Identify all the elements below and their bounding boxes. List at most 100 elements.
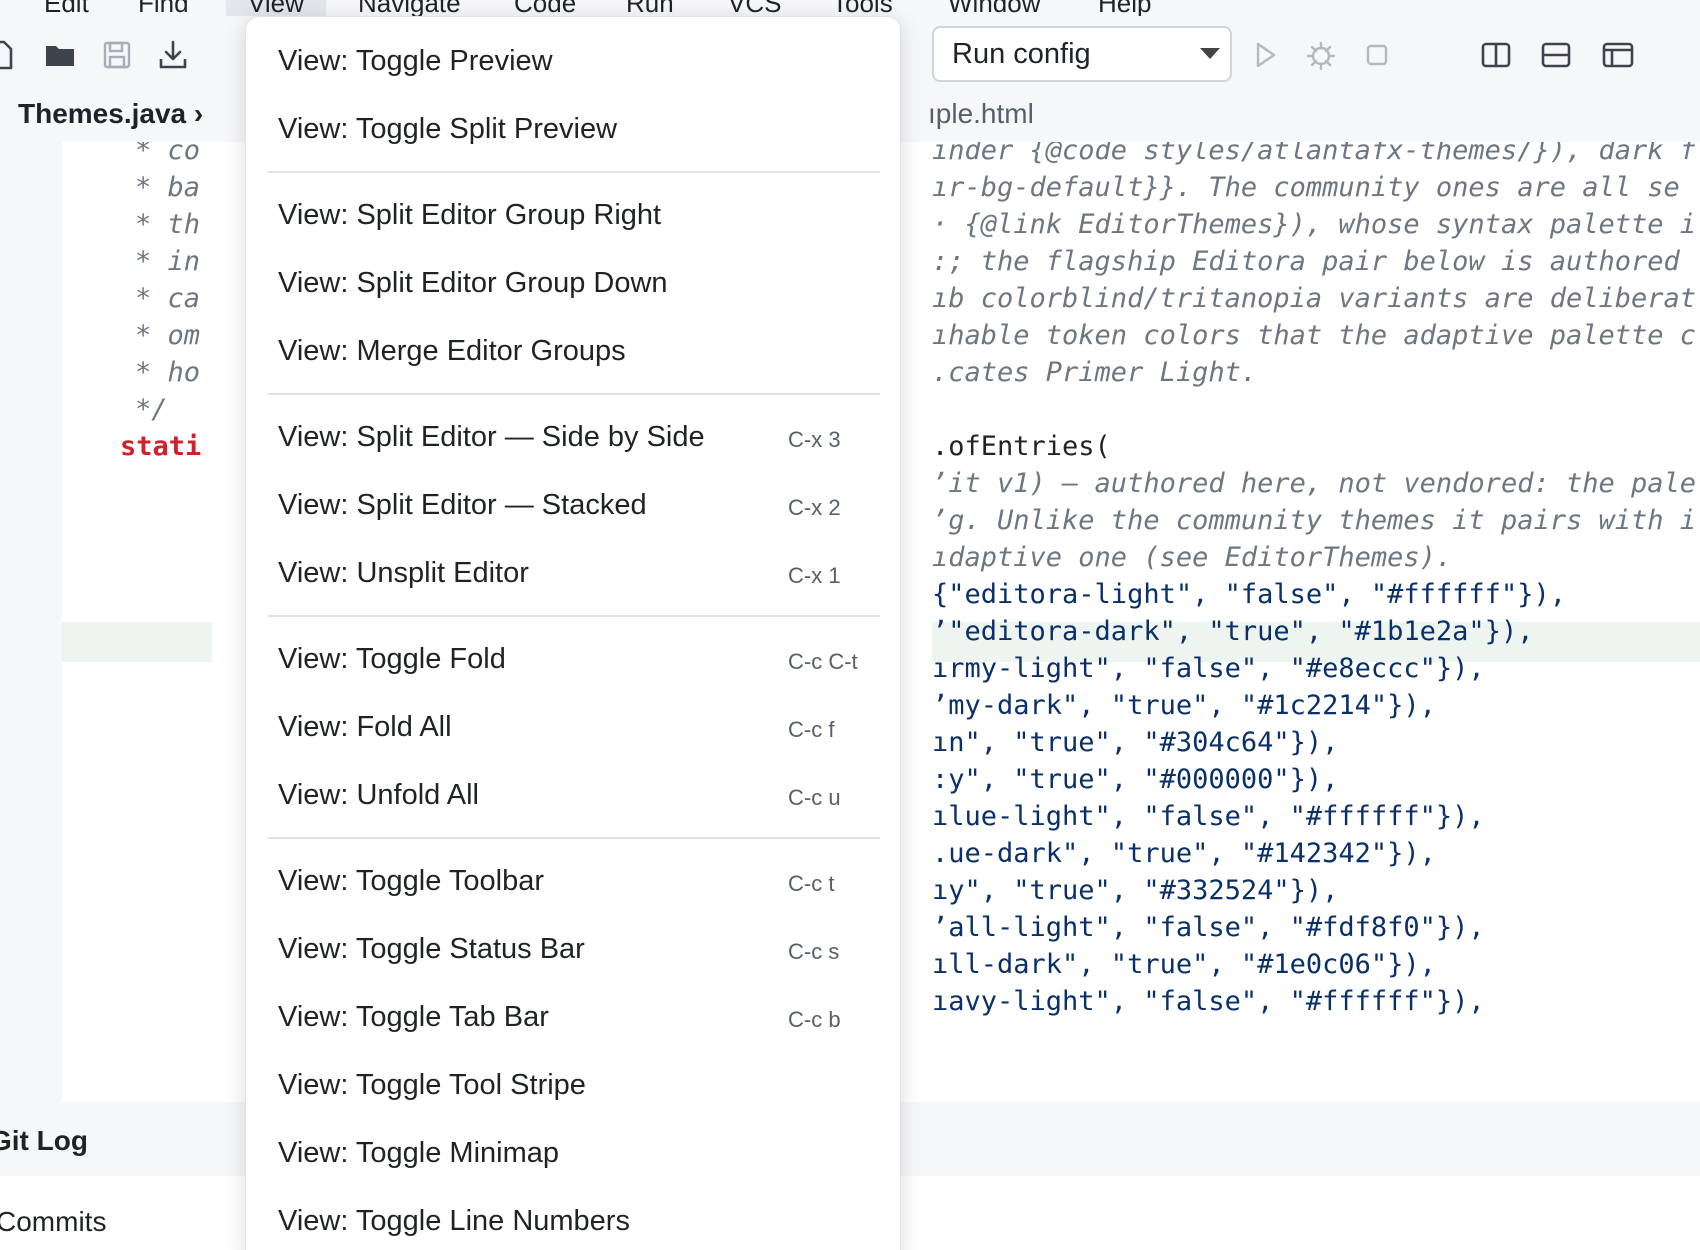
menu-item-toggle-fold[interactable]: View: Toggle Fold C-c C-t	[246, 625, 900, 693]
split-horizontal-icon[interactable]	[1539, 38, 1573, 72]
code-line: * co	[135, 142, 201, 166]
code-line: * ca	[135, 283, 201, 314]
run-icon[interactable]	[1248, 38, 1282, 72]
code-line: .cates Primer Light.	[932, 357, 1258, 388]
code-line: ılue-light", "false", "#ffffff"}),	[932, 801, 1485, 832]
code-line: ıb colorblind/tritanopia variants are de…	[932, 283, 1697, 314]
menu-item-toggle-toolbar[interactable]: View: Toggle Toolbar C-c t	[246, 847, 900, 915]
menu-edit[interactable]: Edit	[44, 0, 89, 16]
code-line: ın", "true", "#304c64"}),	[932, 727, 1339, 758]
menu-window[interactable]: Window	[948, 0, 1040, 16]
code-line: * in	[135, 246, 201, 277]
open-folder-icon[interactable]	[43, 38, 77, 72]
menu-item-label: View: Split Editor Group Right	[278, 199, 662, 231]
git-log-title[interactable]: Git Log	[0, 1125, 88, 1157]
commits-label[interactable]: Commits	[0, 1206, 106, 1238]
menu-item-toggle-line-numbers[interactable]: View: Toggle Line Numbers	[246, 1187, 900, 1250]
menu-run[interactable]: Run	[626, 0, 674, 16]
menu-item-split-stacked[interactable]: View: Split Editor — Stacked C-x 2	[246, 471, 900, 539]
menu-item-shortcut: C-c t	[788, 871, 835, 896]
menu-item-split-side-by-side[interactable]: View: Split Editor — Side by Side C-x 3	[246, 403, 900, 471]
menu-code[interactable]: Code	[514, 0, 576, 16]
menu-item-shortcut: C-c b	[788, 1007, 841, 1032]
new-file-icon[interactable]	[0, 38, 18, 72]
menu-item-label: View: Fold All	[278, 711, 452, 743]
menu-item-toggle-minimap[interactable]: View: Toggle Minimap	[246, 1119, 900, 1187]
menu-tools[interactable]: Tools	[832, 0, 893, 16]
code-line: * ba	[135, 172, 201, 203]
menu-item-shortcut: C-x 1	[788, 563, 841, 588]
code-line: * ho	[135, 357, 201, 388]
menu-vcs[interactable]: VCS	[728, 0, 781, 16]
menu-view[interactable]: View	[226, 0, 326, 16]
code-line: ıll-dark", "true", "#1e0c06"}),	[932, 949, 1436, 980]
panel-layout-icon[interactable]	[1601, 38, 1635, 72]
menu-item-shortcut: C-x 3	[788, 427, 841, 452]
menu-item-label: View: Toggle Tool Stripe	[278, 1069, 586, 1101]
menu-item-label: View: Toggle Status Bar	[278, 933, 585, 965]
menu-item-fold-all[interactable]: View: Fold All C-c f	[246, 693, 900, 761]
menu-item-label: View: Toggle Fold	[278, 643, 506, 675]
code-line: stati	[120, 431, 202, 462]
code-line: ıdaptive one (see EditorThemes).	[932, 542, 1453, 573]
code-line: ır-bg-default}}. The community ones are …	[932, 172, 1680, 203]
run-config-value: Run config	[952, 37, 1091, 70]
code-line: */	[135, 394, 168, 425]
menu-item-label: View: Split Editor — Stacked	[278, 489, 647, 521]
menu-item-toggle-status-bar[interactable]: View: Toggle Status Bar C-c s	[246, 915, 900, 983]
menu-item-toggle-preview[interactable]: View: Toggle Preview	[246, 27, 900, 95]
code-line: ʼg. Unlike the community themes it pairs…	[932, 505, 1697, 536]
line-gutter	[0, 142, 62, 1102]
menu-item-label: View: Toggle Toolbar	[278, 865, 545, 897]
code-line: ıavy-light", "false", "#ffffff"}),	[932, 986, 1485, 1017]
code-line: ʼall-light", "false", "#fdf8f0"}),	[932, 912, 1485, 943]
menu-item-label: View: Toggle Split Preview	[278, 113, 618, 145]
menu-item-split-group-down[interactable]: View: Split Editor Group Down	[246, 249, 900, 317]
menu-item-unsplit[interactable]: View: Unsplit Editor C-x 1	[246, 539, 900, 607]
download-icon[interactable]	[156, 38, 190, 72]
menu-item-label: View: Toggle Tab Bar	[278, 1001, 549, 1033]
menu-divider	[268, 171, 880, 173]
menu-help[interactable]: Help	[1098, 0, 1151, 16]
menu-item-merge-groups[interactable]: View: Merge Editor Groups	[246, 317, 900, 385]
menu-item-split-group-right[interactable]: View: Split Editor Group Right	[246, 181, 900, 249]
menu-item-shortcut: C-c C-t	[788, 649, 858, 674]
menu-item-toggle-tab-bar[interactable]: View: Toggle Tab Bar C-c b	[246, 983, 900, 1051]
menu-item-label: View: Toggle Preview	[278, 45, 553, 77]
tab-themes-java[interactable]: Themes.java ›	[18, 98, 203, 130]
menu-item-shortcut: C-x 2	[788, 495, 841, 520]
menu-item-label: View: Unsplit Editor	[278, 557, 529, 589]
run-config-select[interactable]: Run config	[932, 26, 1232, 82]
stop-icon[interactable]	[1360, 38, 1394, 72]
menu-item-shortcut: C-c u	[788, 785, 841, 810]
menu-item-label: View: Unfold All	[278, 779, 479, 811]
code-line: {"editora-light", "false", "#ffffff"}),	[932, 579, 1566, 610]
tab-sample-html[interactable]: ıple.html	[928, 98, 1034, 130]
editor-right[interactable]: ınder {@code styles/atlantafx-themes/}),…	[932, 142, 1700, 1102]
code-line: * om	[135, 320, 201, 351]
code-line: ıy", "true", "#332524"}),	[932, 875, 1339, 906]
menu-item-shortcut: C-c s	[788, 939, 840, 964]
split-vertical-icon[interactable]	[1479, 38, 1513, 72]
menu-item-label: View: Split Editor Group Down	[278, 267, 668, 299]
menu-item-shortcut: C-c f	[788, 717, 835, 742]
menu-navigate[interactable]: Navigate	[358, 0, 461, 16]
menu-item-toggle-split-preview[interactable]: View: Toggle Split Preview	[246, 95, 900, 163]
code-line: ʼ"editora-dark", "true", "#1b1e2a"}),	[932, 616, 1534, 647]
editor-left[interactable]: * co * ba * th * in * ca * om * ho */ st…	[62, 142, 212, 1102]
menu-item-unfold-all[interactable]: View: Unfold All C-c u	[246, 761, 900, 829]
menu-item-toggle-tool-stripe[interactable]: View: Toggle Tool Stripe	[246, 1051, 900, 1119]
debug-icon[interactable]	[1304, 38, 1338, 72]
code-line: * th	[135, 209, 201, 240]
menu-item-label: View: Toggle Line Numbers	[278, 1205, 630, 1237]
code-line: ınder {@code styles/atlantafx-themes/}),…	[932, 142, 1697, 166]
menu-item-label: View: Split Editor — Side by Side	[278, 421, 705, 453]
code-line: :y", "true", "#000000"}),	[932, 764, 1339, 795]
menu-divider	[268, 393, 880, 395]
menu-find[interactable]: Find	[138, 0, 189, 16]
menu-item-label: View: Merge Editor Groups	[278, 335, 626, 367]
code-line: .ue-dark", "true", "#142342"}),	[932, 838, 1436, 869]
code-line: ʼmy-dark", "true", "#1c2214"}),	[932, 690, 1436, 721]
code-line: ırmy-light", "false", "#e8eccc"}),	[932, 653, 1485, 684]
save-icon[interactable]	[100, 38, 134, 72]
